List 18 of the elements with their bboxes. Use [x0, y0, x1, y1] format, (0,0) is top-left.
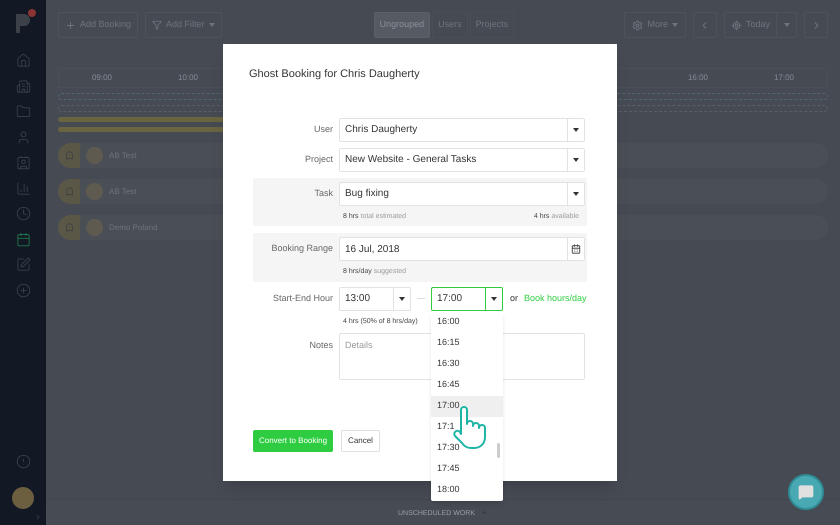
select-value: 13:00 [344, 292, 372, 306]
select-value: New Website - General Tasks [344, 153, 478, 167]
select-value: 17:00 [436, 292, 464, 306]
hour-label: 09:00 [90, 72, 114, 84]
hour-label: 16:00 [686, 72, 710, 84]
select-value: Chris Daugherty [344, 123, 418, 137]
field-label: Project [304, 152, 333, 166]
hour-label: 10:00 [176, 72, 200, 84]
field-label: Booking Range [270, 242, 333, 256]
modal-title: Ghost Booking for Chris Daugherty [249, 67, 421, 82]
field-label: Task [313, 186, 333, 200]
hour-label: 17:00 [772, 72, 796, 84]
field-label: Start-End Hour [272, 292, 333, 305]
date-value: 16 Jul, 2018 [344, 242, 400, 256]
or-text: or [510, 292, 518, 305]
select-value: Bug fixing [344, 187, 390, 201]
field-label: Notes [308, 339, 333, 352]
field-label: User [312, 122, 333, 136]
